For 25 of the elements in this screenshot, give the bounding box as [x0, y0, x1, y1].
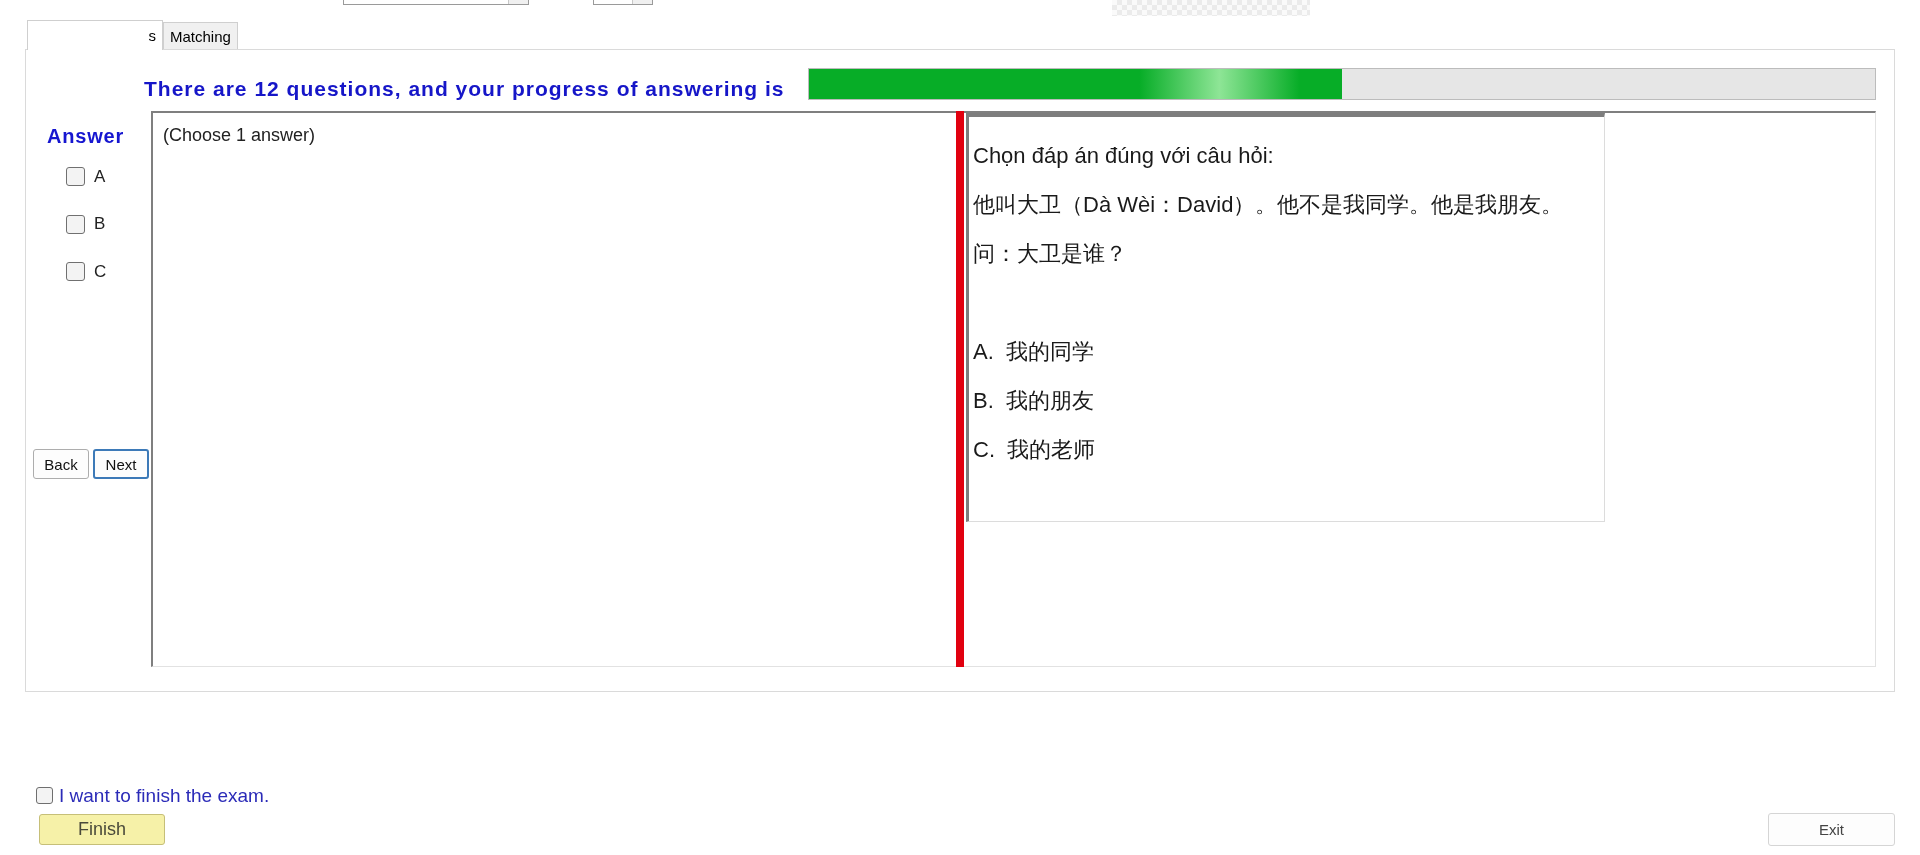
tab[interactable]: s — [27, 20, 163, 50]
question-text: 问：大卫是谁？ — [973, 240, 1128, 268]
choice-text: B. 我的朋友 — [973, 387, 1095, 415]
progress-label: There are 12 questions, and your progress of answering is — [144, 77, 785, 101]
dropdown-field[interactable] — [593, 0, 653, 5]
instruction-text: (Choose 1 answer) — [163, 124, 317, 146]
option-label: A — [94, 166, 106, 187]
option-label: C — [94, 261, 107, 282]
answer-heading: Answer — [47, 124, 125, 148]
checkbox-label: I want to finish the exam. — [59, 784, 270, 807]
checkbox[interactable] — [66, 262, 85, 281]
nav-button[interactable]: Back — [33, 449, 89, 479]
tab[interactable]: Matching — [163, 22, 238, 49]
choice-text: C. 我的老师 — [973, 436, 1097, 464]
exit-button[interactable]: Exit — [1768, 813, 1895, 846]
nav-button[interactable]: Next — [93, 449, 149, 479]
checkbox[interactable] — [66, 214, 85, 234]
choice-text: A. 我的同学 — [973, 338, 1095, 366]
question-text: Chọn đáp án đúng với câu hỏi: — [973, 142, 1275, 170]
option-label: B — [94, 214, 106, 234]
checkbox[interactable] — [66, 167, 85, 186]
finish-button[interactable]: Finish — [39, 814, 165, 845]
question-text: 他叫大卫（Dà Wèi：David）。他不是我同学。他是我朋友。 — [973, 191, 1565, 219]
dropdown-field[interactable] — [343, 0, 529, 5]
checkbox[interactable] — [36, 787, 53, 804]
